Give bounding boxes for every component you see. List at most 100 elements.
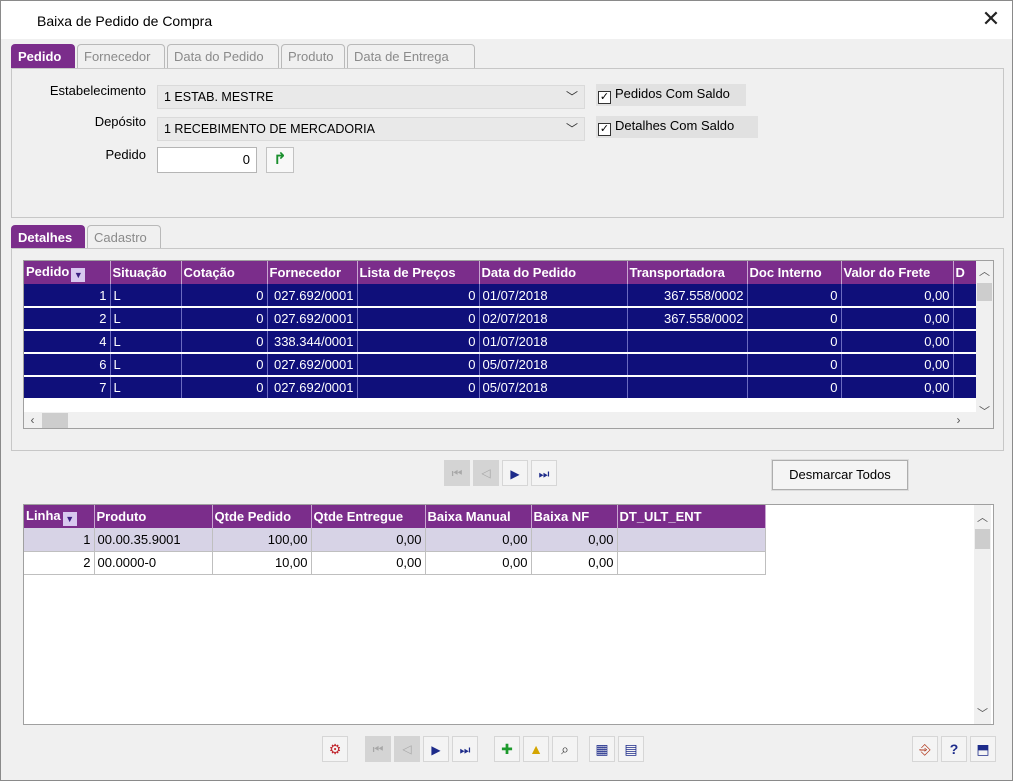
cell-qtde-pedido[interactable]: 10,00 (212, 551, 312, 575)
col-header-baixa-manual[interactable]: Baixa Manual (425, 505, 532, 528)
sort-down-icon[interactable]: ▼ (62, 511, 77, 526)
table-row[interactable]: 7 L 0 027.692/0001 0 05/07/2018 0 0,00 (24, 376, 979, 400)
cell-lista-precos[interactable]: 0 (357, 353, 480, 377)
scroll-left-icon[interactable]: ‹ (24, 412, 41, 428)
cell-valor-frete[interactable]: 0,00 (841, 376, 954, 400)
prev-record-icon[interactable]: ◁ (394, 736, 420, 762)
last-record-icon[interactable]: ⏭ (452, 736, 478, 762)
grid-view-icon[interactable]: ▦ (589, 736, 615, 762)
help-icon[interactable]: ? (941, 736, 967, 762)
cell-qtde-pedido[interactable]: 100,00 (212, 528, 312, 552)
orders-vertical-scrollbar[interactable]: ︿ ﹀ (976, 261, 993, 428)
tab-data-do-pedido[interactable]: Data do Pedido (167, 44, 279, 68)
col-header-qtde-pedido[interactable]: Qtde Pedido (212, 505, 312, 528)
items-grid[interactable]: Linha ▼ Produto Qtde Pedido Qtde Entregue… (24, 505, 993, 724)
scroll-thumb[interactable] (42, 413, 68, 428)
tab-cadastro[interactable]: Cadastro (87, 225, 161, 249)
exit-door-icon[interactable]: ⎆ (912, 736, 938, 762)
col-header-dt-ult-ent[interactable]: DT_ULT_ENT (617, 505, 766, 528)
col-header-cotacao[interactable]: Cotação (181, 261, 268, 284)
table-row[interactable]: 1 00.00.35.9001 100,00 0,00 0,00 0,00 (24, 528, 766, 552)
tab-pedido[interactable]: Pedido (11, 44, 75, 68)
cell-d[interactable] (953, 353, 979, 377)
cell-linha[interactable]: 2 (24, 551, 95, 575)
cell-valor-frete[interactable]: 0,00 (841, 284, 954, 308)
cell-lista-precos[interactable]: 0 (357, 330, 480, 354)
cell-cotacao[interactable]: 0 (181, 330, 268, 354)
cell-transportadora[interactable] (627, 376, 748, 400)
cell-valor-frete[interactable]: 0,00 (841, 353, 954, 377)
cell-situacao[interactable]: L (110, 330, 182, 354)
table-row[interactable]: 6 L 0 027.692/0001 0 05/07/2018 0 0,00 (24, 353, 979, 377)
cell-cotacao[interactable]: 0 (181, 307, 268, 331)
cell-data-pedido[interactable]: 01/07/2018 (479, 284, 628, 308)
cell-lista-precos[interactable]: 0 (357, 307, 480, 331)
tab-produto[interactable]: Produto (281, 44, 345, 68)
cell-doc-interno[interactable]: 0 (747, 376, 842, 400)
desmarcar-todos-button[interactable]: Desmarcar Todos (771, 459, 909, 491)
tab-fornecedor[interactable]: Fornecedor (77, 44, 165, 68)
cell-produto[interactable]: 00.00.35.9001 (94, 528, 213, 552)
cell-dt-ult-ent[interactable] (617, 551, 766, 575)
cell-pedido[interactable]: 1 (24, 284, 111, 308)
cell-situacao[interactable]: L (110, 376, 182, 400)
cell-doc-interno[interactable]: 0 (747, 330, 842, 354)
cell-qtde-entregue[interactable]: 0,00 (311, 528, 426, 552)
col-header-pedido[interactable]: Pedido ▼ (24, 261, 111, 284)
cell-baixa-nf[interactable]: 0,00 (531, 528, 618, 552)
cell-transportadora[interactable] (627, 353, 748, 377)
scroll-down-icon[interactable]: ﹀ (976, 403, 993, 420)
cell-fornecedor[interactable]: 027.692/0001 (267, 353, 358, 377)
first-record-icon[interactable]: ⏮ (365, 736, 391, 762)
cell-dt-ult-ent[interactable] (617, 528, 766, 552)
deposito-select[interactable]: 1 RECEBIMENTO DE MERCADORIA ﹀ (157, 117, 585, 141)
scroll-thumb[interactable] (977, 283, 992, 301)
cell-data-pedido[interactable]: 02/07/2018 (479, 307, 628, 331)
cell-pedido[interactable]: 2 (24, 307, 111, 331)
table-row[interactable]: 2 00.0000-0 10,00 0,00 0,00 0,00 (24, 551, 766, 575)
add-icon[interactable]: ✚ (494, 736, 520, 762)
col-header-fornecedor[interactable]: Fornecedor (267, 261, 358, 284)
cell-baixa-nf[interactable]: 0,00 (531, 551, 618, 575)
cell-valor-frete[interactable]: 0,00 (841, 307, 954, 331)
cell-d[interactable] (953, 330, 979, 354)
cell-cotacao[interactable]: 0 (181, 376, 268, 400)
cell-baixa-manual[interactable]: 0,00 (425, 528, 532, 552)
cell-fornecedor[interactable]: 027.692/0001 (267, 307, 358, 331)
next-record-icon[interactable]: ▶ (502, 460, 528, 486)
tab-data-de-entrega[interactable]: Data de Entrega (347, 44, 475, 68)
search-icon[interactable]: ⌕ (552, 736, 578, 762)
cell-transportadora[interactable] (627, 330, 748, 354)
download-screen-icon[interactable]: ⬒ (970, 736, 996, 762)
table-row[interactable]: 2 L 0 027.692/0001 0 02/07/2018 367.558/… (24, 307, 979, 331)
close-icon[interactable]: ✕ (978, 7, 1004, 33)
col-header-baixa-nf[interactable]: Baixa NF (531, 505, 618, 528)
cell-transportadora[interactable]: 367.558/0002 (627, 284, 748, 308)
col-header-lista-precos[interactable]: Lista de Preços (357, 261, 480, 284)
cell-pedido[interactable]: 6 (24, 353, 111, 377)
scroll-up-icon[interactable]: ︿ (974, 509, 991, 526)
pedidos-com-saldo-checkbox[interactable]: ✓ Pedidos Com Saldo (596, 84, 746, 106)
scroll-thumb[interactable] (975, 529, 990, 549)
cell-situacao[interactable]: L (110, 353, 182, 377)
cell-lista-precos[interactable]: 0 (357, 376, 480, 400)
gears-icon[interactable]: ⚙ (322, 736, 348, 762)
cell-doc-interno[interactable]: 0 (747, 307, 842, 331)
orders-grid[interactable]: Pedido ▼ Situação Cotação Fornecedor List… (23, 260, 994, 429)
col-header-data-pedido[interactable]: Data do Pedido (479, 261, 628, 284)
go-arrow-icon[interactable]: ↱ (266, 147, 294, 173)
estabelecimento-select[interactable]: 1 ESTAB. MESTRE ﹀ (157, 85, 585, 109)
cell-d[interactable] (953, 284, 979, 308)
cell-fornecedor[interactable]: 338.344/0001 (267, 330, 358, 354)
col-header-d[interactable]: D (953, 261, 979, 284)
table-row[interactable]: 1 L 0 027.692/0001 0 01/07/2018 367.558/… (24, 284, 979, 308)
scroll-right-icon[interactable]: › (950, 412, 967, 428)
orders-horizontal-scrollbar[interactable]: ‹ › (24, 412, 976, 428)
detalhes-com-saldo-checkbox[interactable]: ✓ Detalhes Com Saldo (596, 116, 758, 138)
cell-qtde-entregue[interactable]: 0,00 (311, 551, 426, 575)
grid-export-icon[interactable]: ▤ (618, 736, 644, 762)
items-vertical-scrollbar[interactable]: ︿ ﹀ (974, 505, 991, 724)
scroll-up-icon[interactable]: ︿ (976, 263, 993, 280)
cell-d[interactable] (953, 307, 979, 331)
cell-linha[interactable]: 1 (24, 528, 95, 552)
